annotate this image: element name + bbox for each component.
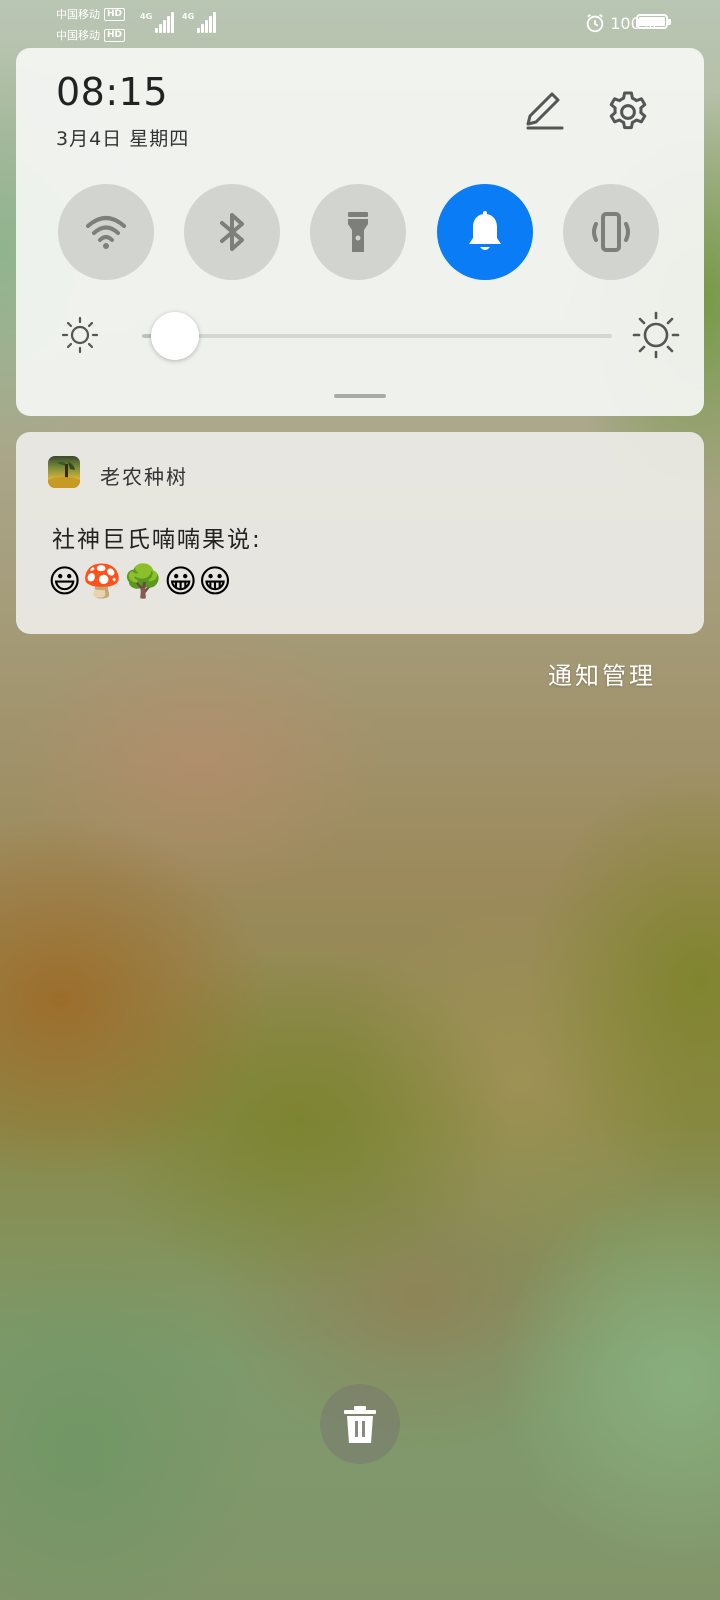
carrier-1: 中国移动 HD (56, 6, 126, 22)
wifi-toggle[interactable] (58, 184, 154, 280)
quick-toggles (58, 184, 664, 280)
quick-settings-panel: 08:15 3月4日 星期四 (16, 48, 704, 416)
app-icon (48, 456, 80, 488)
bell-icon (469, 211, 501, 250)
pencil-icon (526, 92, 564, 130)
notification-title: 社神巨氏喃喃果说: (52, 527, 262, 553)
flashlight-icon (348, 212, 368, 252)
battery-icon (636, 14, 671, 29)
carrier-2-name: 中国移动 (56, 29, 100, 42)
notification-manage-link[interactable]: 通知管理 (548, 656, 656, 691)
status-bar: 中国移动 HD 中国移动 HD 4G 4G 100% (0, 0, 720, 46)
tree-app-logo-icon (48, 461, 80, 488)
clear-notifications-button[interactable] (320, 1384, 400, 1464)
network-type-1: 4G (140, 12, 153, 21)
bluetooth-icon (220, 213, 244, 251)
clock[interactable]: 08:15 (56, 70, 168, 114)
notification-body: 😃🍄🌳😀😀 (48, 562, 233, 600)
settings-button[interactable] (604, 88, 652, 136)
brightness-high-icon (632, 311, 680, 359)
brightness-slider-thumb[interactable] (150, 312, 199, 360)
carrier-2: 中国移动 HD (56, 27, 126, 43)
vibrate-icon (592, 212, 630, 252)
trash-icon (344, 1406, 376, 1443)
drag-handle[interactable] (334, 394, 386, 398)
brightness-low-icon (61, 316, 99, 354)
alarm-clock-icon (587, 13, 604, 33)
hd-badge-2: HD (104, 28, 126, 42)
signal-2-icon: 4G (182, 12, 217, 33)
edit-button[interactable] (520, 88, 566, 134)
vibrate-toggle[interactable] (563, 184, 659, 280)
date[interactable]: 3月4日 星期四 (56, 124, 189, 151)
network-type-2: 4G (182, 12, 195, 21)
signal-1-icon: 4G (140, 12, 175, 33)
notification-app-name: 老农种树 (100, 465, 188, 489)
carrier-1-name: 中国移动 (56, 8, 100, 21)
brightness-slider[interactable] (142, 312, 612, 360)
gear-icon (609, 91, 647, 130)
sound-toggle[interactable] (437, 184, 533, 280)
notification-card[interactable]: 老农种树 社神巨氏喃喃果说: 😃🍄🌳😀😀 (16, 432, 704, 634)
wifi-icon (86, 216, 126, 249)
flashlight-toggle[interactable] (310, 184, 406, 280)
brightness-control (60, 310, 680, 360)
bluetooth-toggle[interactable] (184, 184, 280, 280)
hd-badge-1: HD (104, 7, 126, 21)
